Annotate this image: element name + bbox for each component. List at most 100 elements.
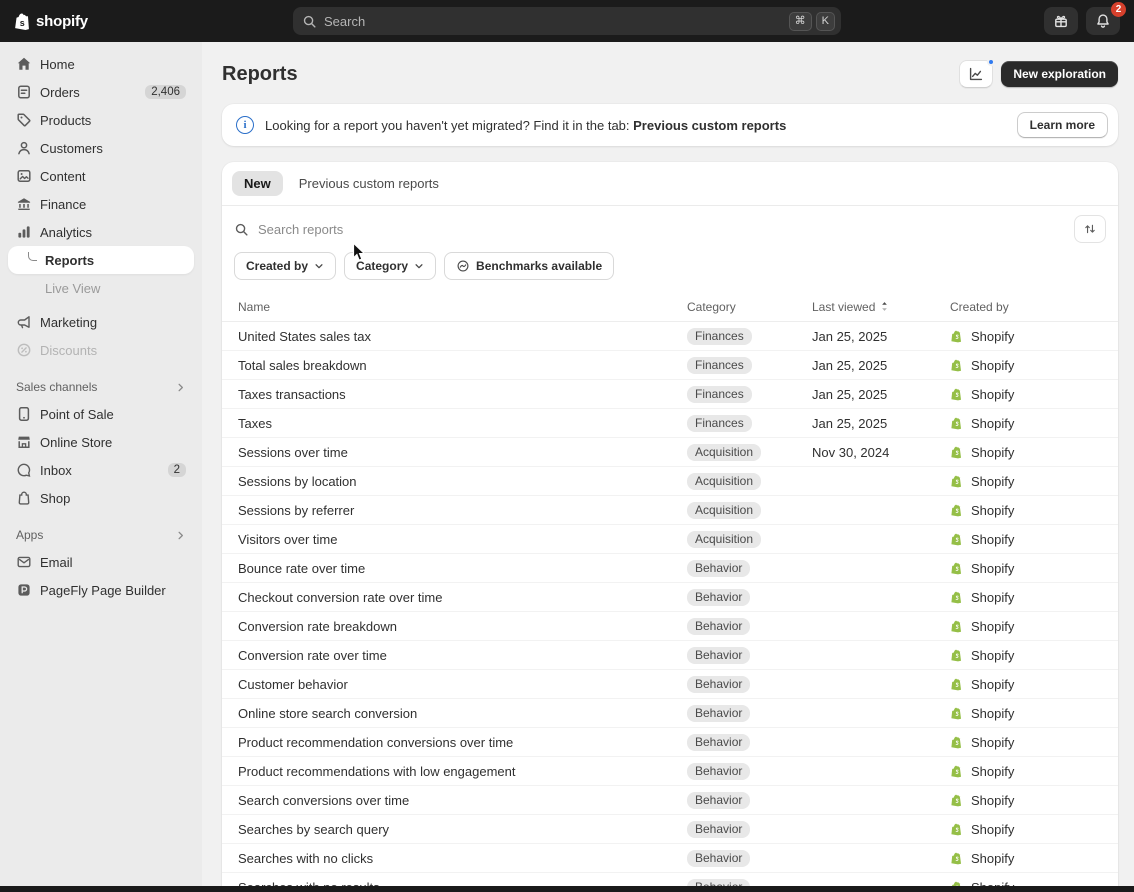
table-row[interactable]: Sessions by locationAcquisitionShopify [222, 467, 1118, 496]
table-row[interactable]: Taxes transactionsFinancesJan 25, 2025Sh… [222, 380, 1118, 409]
shopify-badge-icon [950, 648, 965, 663]
sidebar-item-home[interactable]: Home [8, 50, 194, 78]
column-header-created-by: Created by [950, 300, 1102, 314]
report-name: Taxes [238, 416, 687, 431]
shopify-badge-icon [950, 445, 965, 460]
table-row[interactable]: Sessions by referrerAcquisitionShopify [222, 496, 1118, 525]
apps-header[interactable]: Apps [8, 512, 194, 548]
table-row[interactable]: United States sales taxFinancesJan 25, 2… [222, 322, 1118, 351]
created-by-label: Shopify [971, 764, 1014, 779]
benchmark-icon [456, 259, 470, 273]
table-row[interactable]: Bounce rate over timeBehaviorShopify [222, 554, 1118, 583]
sidebar-item-orders[interactable]: Orders2,406 [8, 78, 194, 106]
sidebar-item-inbox[interactable]: Inbox2 [8, 456, 194, 484]
category-cell: Behavior [687, 850, 812, 867]
explorations-button[interactable] [959, 60, 993, 88]
table-row[interactable]: Conversion rate over timeBehaviorShopify [222, 641, 1118, 670]
filter-benchmarks-available[interactable]: Benchmarks available [444, 252, 614, 280]
new-exploration-button[interactable]: New exploration [1001, 61, 1118, 87]
table-row[interactable]: Searches by search queryBehaviorShopify [222, 815, 1118, 844]
sidebar-item-marketing[interactable]: Marketing [8, 308, 194, 336]
notification-dot [987, 58, 995, 66]
created-by-label: Shopify [971, 387, 1014, 402]
category-badge: Behavior [687, 560, 750, 577]
global-search-button[interactable]: Search ⌘ K [293, 7, 841, 35]
table-row[interactable]: Searches with no resultsBehaviorShopify [222, 873, 1118, 886]
products-icon [16, 112, 32, 128]
promotions-button[interactable] [1044, 7, 1078, 35]
sidebar-item-live-view[interactable]: Live View [8, 274, 194, 302]
sidebar-item-products[interactable]: Products [8, 106, 194, 134]
sales-channels-header[interactable]: Sales channels [8, 364, 194, 400]
table-body: United States sales taxFinancesJan 25, 2… [222, 322, 1118, 886]
sidebar-item-online-store[interactable]: Online Store [8, 428, 194, 456]
shopify-badge-icon [950, 416, 965, 431]
category-cell: Behavior [687, 560, 812, 577]
sidebar-item-email[interactable]: Email [8, 548, 194, 576]
table-row[interactable]: Total sales breakdownFinancesJan 25, 202… [222, 351, 1118, 380]
table-row[interactable]: Search conversions over timeBehaviorShop… [222, 786, 1118, 815]
table-row[interactable]: Sessions over timeAcquisitionNov 30, 202… [222, 438, 1118, 467]
category-badge: Finances [687, 357, 752, 374]
table-row[interactable]: Searches with no clicksBehaviorShopify [222, 844, 1118, 873]
table-row[interactable]: Visitors over timeAcquisitionShopify [222, 525, 1118, 554]
table-row[interactable]: Product recommendation conversions over … [222, 728, 1118, 757]
table-row[interactable]: TaxesFinancesJan 25, 2025Shopify [222, 409, 1118, 438]
category-cell: Behavior [687, 647, 812, 664]
customers-icon [16, 140, 32, 156]
created-by-label: Shopify [971, 358, 1014, 373]
chevron-right-icon [175, 382, 186, 393]
table-row[interactable]: Product recommendations with low engagem… [222, 757, 1118, 786]
tab-previous-custom-reports[interactable]: Previous custom reports [287, 171, 451, 196]
reports-card: NewPrevious custom reports Created by Cat… [222, 162, 1118, 886]
sidebar-item-shop[interactable]: Shop [8, 484, 194, 512]
chevron-right-icon [175, 530, 186, 541]
reports-table: NameCategoryLast viewedCreated by United… [222, 292, 1118, 886]
shopify-badge-icon [950, 677, 965, 692]
sidebar-item-reports[interactable]: Reports [8, 246, 194, 274]
created-by-cell: Shopify [950, 793, 1102, 808]
filters: Created by Category Benchmarks available [222, 252, 1118, 292]
table-row[interactable]: Checkout conversion rate over timeBehavi… [222, 583, 1118, 612]
sidebar-item-pagefly-page-builder[interactable]: PageFly Page Builder [8, 576, 194, 604]
sort-button[interactable] [1074, 215, 1106, 243]
created-by-cell: Shopify [950, 474, 1102, 489]
created-by-label: Shopify [971, 706, 1014, 721]
count-badge: 2 [168, 463, 186, 477]
sidebar-item-label: Analytics [40, 225, 92, 240]
reports-search-input[interactable] [258, 222, 1065, 237]
sidebar-item-discounts[interactable]: Discounts [8, 336, 194, 364]
column-header-last-viewed[interactable]: Last viewed [812, 300, 950, 314]
count-badge: 2,406 [145, 85, 186, 99]
learn-more-button[interactable]: Learn more [1017, 112, 1108, 138]
shopify-logo[interactable]: s shopify [14, 12, 88, 31]
keycap-command: ⌘ [789, 12, 812, 31]
table-row[interactable]: Online store search conversionBehaviorSh… [222, 699, 1118, 728]
tab-new[interactable]: New [232, 171, 283, 196]
analytics-icon [16, 224, 32, 240]
sidebar-item-content[interactable]: Content [8, 162, 194, 190]
table-row[interactable]: Customer behaviorBehaviorShopify [222, 670, 1118, 699]
filter-created-by[interactable]: Created by [234, 252, 336, 280]
sidebar-item-point-of-sale[interactable]: Point of Sale [8, 400, 194, 428]
category-badge: Behavior [687, 705, 750, 722]
column-label: Last viewed [812, 300, 875, 314]
home-icon [16, 56, 32, 72]
sidebar-item-label: Content [40, 169, 86, 184]
sidebar-item-finance[interactable]: Finance [8, 190, 194, 218]
last-viewed: Nov 30, 2024 [812, 445, 950, 460]
topbar: s shopify Search ⌘ K 2 [0, 0, 1134, 42]
created-by-cell: Shopify [950, 735, 1102, 750]
table-row[interactable]: Conversion rate breakdownBehaviorShopify [222, 612, 1118, 641]
svg-text:s: s [20, 17, 25, 27]
shopify-badge-icon [950, 503, 965, 518]
sidebar-item-analytics[interactable]: Analytics [8, 218, 194, 246]
created-by-cell: Shopify [950, 880, 1102, 887]
category-cell: Finances [687, 386, 812, 403]
sidebar-item-label: Finance [40, 197, 86, 212]
notifications-button[interactable]: 2 [1086, 7, 1120, 35]
created-by-cell: Shopify [950, 503, 1102, 518]
sidebar-item-customers[interactable]: Customers [8, 134, 194, 162]
category-cell: Behavior [687, 821, 812, 838]
filter-category[interactable]: Category [344, 252, 436, 280]
